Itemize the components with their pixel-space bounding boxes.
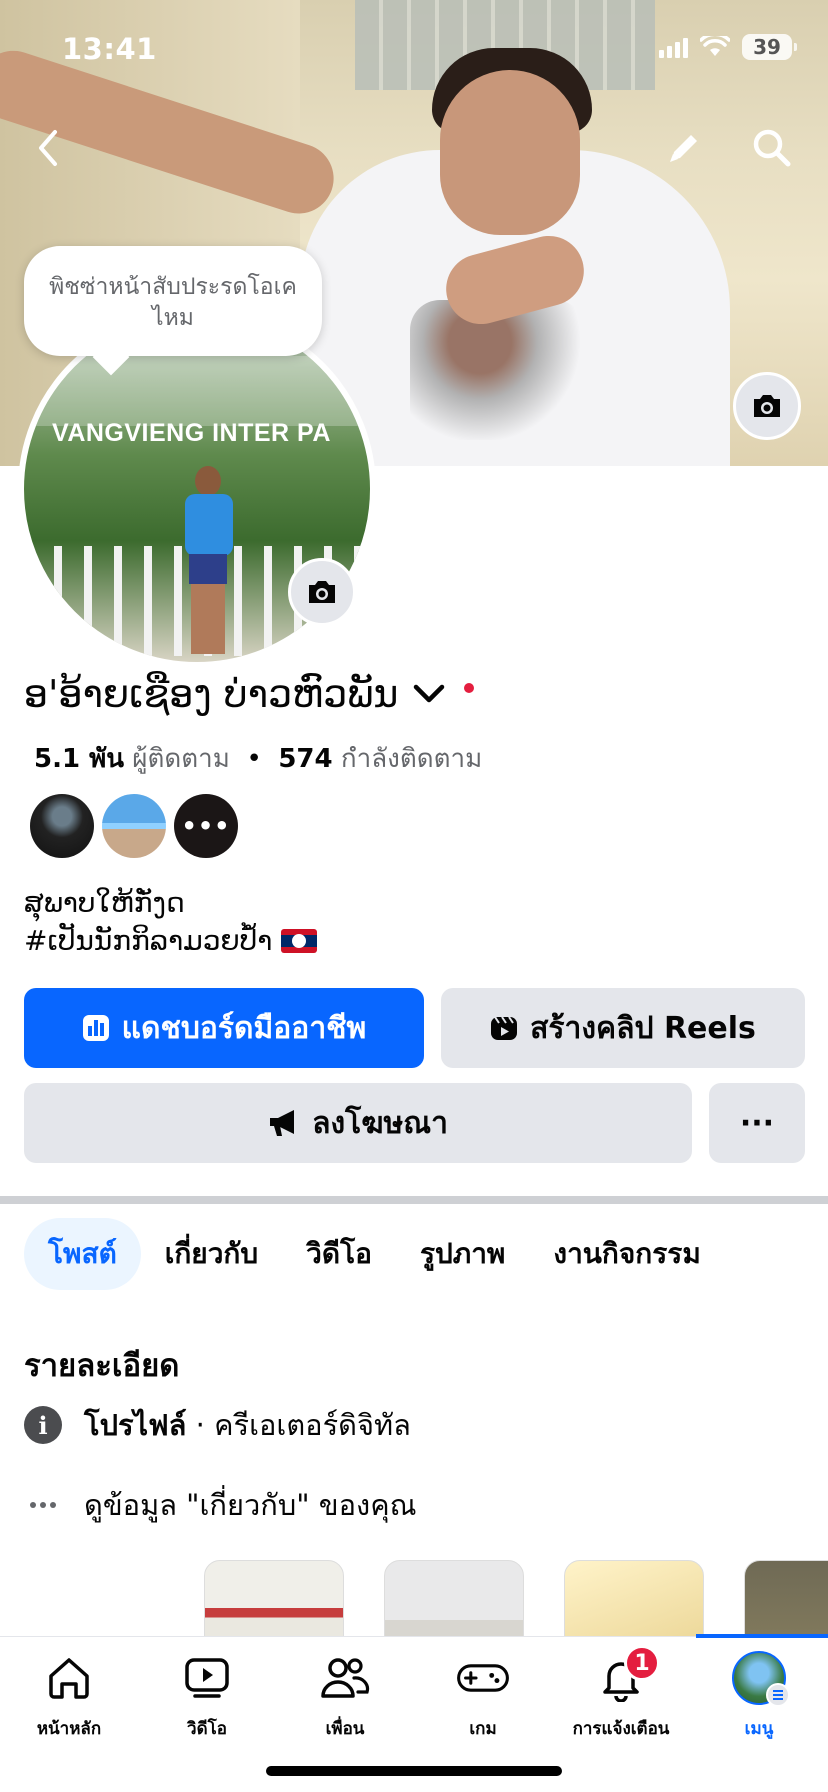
- cover-shirt-print: [410, 300, 585, 440]
- menu-avatar-wrap: [732, 1651, 790, 1707]
- megaphone-icon: [270, 1110, 295, 1136]
- profile-type-bold: โปรไฟล์: [84, 1408, 187, 1442]
- nav-friends-label: เพื่อน: [325, 1719, 365, 1739]
- more-friends-avatar[interactable]: •••: [174, 794, 238, 858]
- nav-gaming[interactable]: เกม: [414, 1651, 552, 1742]
- nav-video[interactable]: วิดีโอ: [138, 1651, 276, 1742]
- menu-lines-icon: [766, 1683, 790, 1707]
- avatar-camera-button[interactable]: [288, 558, 356, 626]
- home-indicator: [266, 1766, 562, 1776]
- laos-flag-icon: [281, 929, 318, 953]
- tab-photos[interactable]: รูปภาพ: [396, 1218, 529, 1290]
- section-divider: [0, 1196, 828, 1204]
- chart-bars-icon: [82, 1015, 109, 1041]
- profile-type-text: โปรไฟล์ · ครีเอเตอร์ดิจิทัล: [84, 1402, 411, 1448]
- featured-photo[interactable]: [204, 1560, 344, 1636]
- nav-gaming-label: เกม: [469, 1719, 497, 1739]
- followers-label: ผู้ติดตาม: [132, 744, 230, 774]
- tab-videos[interactable]: วิดีโอ: [282, 1218, 396, 1290]
- battery-icon: 39: [742, 34, 797, 60]
- camera-icon: [309, 581, 335, 603]
- gamepad-icon: [456, 1651, 510, 1705]
- back-button[interactable]: [22, 122, 74, 174]
- profile-type-rest: · ครีเอเตอร์ดิจิทัล: [186, 1408, 411, 1442]
- advertise-button[interactable]: ลงโฆษณา: [24, 1083, 692, 1163]
- following-label: กำลังติดตาม: [340, 744, 483, 774]
- friend-avatar[interactable]: [30, 794, 94, 858]
- create-reels-button[interactable]: สร้างคลิป Reels: [441, 988, 805, 1068]
- status-time: 13:41: [62, 32, 157, 66]
- tab-about[interactable]: เกี่ยวกับ: [141, 1218, 282, 1290]
- video-play-icon: [180, 1651, 234, 1705]
- notification-badge: 1: [624, 1645, 660, 1681]
- search-icon: [753, 129, 791, 167]
- profile-type-row: i โปรไฟล์ · ครีเอเตอร์ดิจิทัล: [24, 1402, 411, 1448]
- ads-label: ลงโฆษณา: [312, 1105, 448, 1141]
- featured-photo[interactable]: [384, 1560, 524, 1636]
- bio-line-2: #ເປັນນັກກິລາມວຍປ້ຳ: [24, 922, 318, 960]
- friends-icon: [318, 1651, 372, 1705]
- friend-avatar[interactable]: [102, 794, 166, 858]
- chevron-down-icon[interactable]: [412, 683, 446, 705]
- camera-icon: [754, 395, 780, 417]
- featured-photo[interactable]: [564, 1560, 704, 1636]
- avatar-sign: [24, 356, 370, 426]
- details-title: รายละเอียด: [24, 1348, 180, 1384]
- friends-preview[interactable]: •••: [30, 794, 238, 858]
- nav-menu[interactable]: เมนู: [690, 1651, 828, 1742]
- cover-camera-button[interactable]: [733, 372, 801, 440]
- search-button[interactable]: [746, 122, 798, 174]
- info-icon: i: [24, 1406, 62, 1444]
- nav-notifications[interactable]: 1 การแจ้งเตือน: [552, 1645, 690, 1742]
- tab-events[interactable]: งานกิจกรรม: [529, 1218, 724, 1290]
- professional-dashboard-button[interactable]: แดชบอร์ดมืออาชีพ: [24, 988, 424, 1068]
- followers-count: 5.1 พัน: [34, 744, 125, 774]
- tab-posts[interactable]: โพสต์: [24, 1218, 141, 1290]
- bell-icon: 1: [594, 1645, 660, 1705]
- profile-name-row[interactable]: ອ'ອ້າຍເຊືອງ ບ່າວຫົວພັນ: [24, 672, 475, 716]
- avatar-person: [179, 466, 234, 656]
- nav-friends[interactable]: เพื่อน: [276, 1651, 414, 1742]
- see-about-text: ดูข้อมูล "เกี่ยวกับ" ของคุณ: [84, 1488, 417, 1522]
- featured-photos: [0, 1560, 828, 1636]
- profile-bio: ສຸພາບໃຫ້ກັ່ງດ #ເປັນນັກກິລາມວຍປ້ຳ: [24, 884, 318, 960]
- nav-menu-label: เมนู: [744, 1719, 774, 1739]
- featured-photo[interactable]: [744, 1560, 828, 1636]
- following-count: 574: [278, 744, 333, 774]
- active-tab-indicator: [696, 1634, 828, 1638]
- see-about-row[interactable]: ดูข้อมูล "เกี่ยวกับ" ของคุณ: [24, 1482, 417, 1528]
- avatar-sign-text: VANGVIENG INTER PA: [52, 419, 331, 447]
- signal-icon: [659, 36, 688, 58]
- follow-stats[interactable]: 5.1 พัน ผู้ติดตาม • 574 กำลังติดตาม: [34, 738, 482, 779]
- note-bubble[interactable]: พิชซ่าหน้าสับประรดโอเคไหม: [24, 246, 322, 356]
- note-text: พิชซ่าหน้าสับประรดโอเคไหม: [49, 274, 297, 331]
- more-friends-dots: •••: [181, 812, 231, 840]
- profile-name: ອ'ອ້າຍເຊືອງ ບ່າວຫົວພັນ: [24, 672, 399, 716]
- cover-head: [440, 70, 580, 235]
- reels-icon: [491, 1016, 518, 1040]
- status-icons: 39: [659, 34, 797, 60]
- profile-tabs: โพสต์ เกี่ยวกับ วิดีโอ รูปภาพ งานกิจกรรม: [24, 1218, 725, 1290]
- nav-home-label: หน้าหลัก: [36, 1719, 102, 1739]
- status-dot: [464, 683, 475, 693]
- bio-hashtag[interactable]: #ເປັນນັກກິລາມວຍປ້ຳ: [24, 924, 272, 957]
- menu-avatar: [732, 1651, 790, 1707]
- chevron-left-icon: [39, 130, 57, 166]
- edit-button[interactable]: [658, 122, 710, 174]
- home-icon: [42, 1651, 96, 1705]
- wifi-icon: [700, 36, 730, 56]
- more-horizontal-icon: [24, 1502, 62, 1508]
- more-dots: ···: [739, 1105, 775, 1141]
- nav-notifications-label: การแจ้งเตือน: [572, 1719, 670, 1739]
- stats-separator: •: [246, 744, 262, 774]
- more-actions-button[interactable]: ···: [709, 1083, 805, 1163]
- pencil-icon: [670, 135, 697, 162]
- reels-label: สร้างคลิป Reels: [530, 1010, 756, 1046]
- nav-video-label: วิดีโอ: [187, 1719, 227, 1739]
- nav-home[interactable]: หน้าหลัก: [0, 1651, 138, 1742]
- dashboard-label: แดชบอร์ดมืออาชีพ: [121, 1010, 367, 1046]
- bio-line: ສຸພາບໃຫ້ກັ່ງດ: [24, 886, 185, 919]
